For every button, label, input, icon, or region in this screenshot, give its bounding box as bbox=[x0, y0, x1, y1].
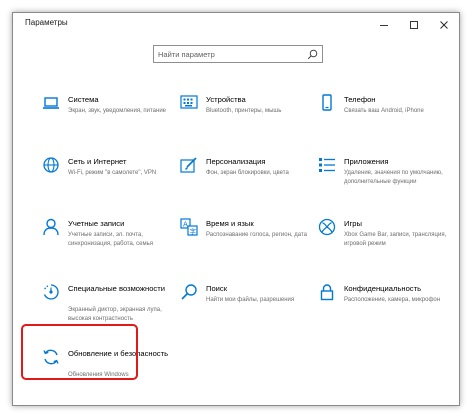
tile-title: Учетные записи bbox=[68, 219, 125, 228]
svg-text:字: 字 bbox=[190, 226, 197, 235]
maximize-button[interactable] bbox=[399, 13, 429, 37]
search-icon[interactable] bbox=[307, 49, 318, 60]
lock-icon bbox=[320, 284, 334, 301]
tile-description: Экранный диктор, экранная лупа, высокая … bbox=[68, 307, 162, 322]
highlight-frame bbox=[21, 324, 138, 380]
tile-phone[interactable]: Телефон Связать ваш Android, iPhone bbox=[318, 94, 448, 150]
tile-apps[interactable]: Приложения Удаление, значения по умолчан… bbox=[318, 156, 448, 212]
tile-personalization[interactable]: Персонализация Фон, экран блокировки, цв… bbox=[180, 156, 310, 212]
tile-description: Учетные записи, эл. почта, синхронизация… bbox=[68, 232, 153, 247]
user-icon bbox=[43, 218, 59, 236]
tile-description: Экран, звук, уведомления, питание bbox=[68, 108, 167, 114]
globe-icon bbox=[43, 157, 59, 173]
phone-icon bbox=[322, 94, 332, 111]
tile-network[interactable]: Сеть и Интернет Wi-Fi, режим "в самолете… bbox=[42, 156, 172, 212]
tile-title: Игры bbox=[344, 219, 362, 228]
tile-accounts[interactable]: Учетные записи Учетные записи, эл. почта… bbox=[42, 218, 172, 274]
time-language-icon: A 字 bbox=[180, 218, 198, 236]
tile-time-language[interactable]: A 字 Время и язык Распознавание голоса, р… bbox=[180, 218, 310, 274]
tile-description: Найти мои файлы, разрешения bbox=[206, 297, 295, 303]
search-box[interactable] bbox=[153, 45, 323, 63]
tile-description: Связать ваш Android, iPhone bbox=[344, 108, 424, 114]
xbox-icon bbox=[318, 218, 336, 236]
close-icon bbox=[440, 21, 448, 29]
paint-brush-icon bbox=[180, 157, 197, 173]
maximize-icon bbox=[410, 21, 418, 29]
tile-privacy[interactable]: Конфиденциальность Расположение, камера,… bbox=[318, 283, 448, 339]
tile-description: Удаление, значения по умолчанию, дополни… bbox=[344, 170, 443, 185]
tile-description: Распознавание голоса, регион, дата bbox=[206, 232, 307, 238]
tile-title: Телефон bbox=[344, 95, 376, 104]
tile-system[interactable]: Система Экран, звук, уведомления, питани… bbox=[42, 94, 172, 150]
tile-title: Устройства bbox=[206, 95, 246, 104]
svg-text:A: A bbox=[183, 221, 188, 229]
tile-title: Специальные возможности bbox=[68, 284, 165, 293]
tile-description: Xbox Game Bar, записи, трансляция, игров… bbox=[344, 232, 447, 247]
tile-title: Время и язык bbox=[206, 219, 254, 228]
tile-title: Система bbox=[68, 95, 99, 104]
tile-description: Расположение, камера, микрофон bbox=[344, 297, 441, 303]
tile-title: Конфиденциальность bbox=[344, 284, 422, 293]
tile-devices[interactable]: Устройства Bluetooth, принтеры, мышь bbox=[180, 94, 310, 150]
laptop-icon bbox=[43, 97, 59, 109]
minimize-button[interactable] bbox=[369, 13, 399, 37]
tile-description: Bluetooth, принтеры, мышь bbox=[206, 108, 282, 114]
close-button[interactable] bbox=[429, 13, 459, 37]
window-title: Параметры bbox=[25, 18, 68, 27]
tile-title: Персонализация bbox=[206, 157, 266, 166]
tile-title: Сеть и Интернет bbox=[68, 157, 127, 166]
keyboard-icon bbox=[180, 95, 198, 109]
search-icon bbox=[181, 284, 197, 300]
ease-of-access-icon bbox=[43, 284, 59, 300]
tile-gaming[interactable]: Игры Xbox Game Bar, записи, трансляция, … bbox=[318, 218, 448, 274]
tile-description: Фон, экран блокировки, цвета bbox=[206, 170, 289, 176]
tile-description: Wi-Fi, режим "в самолете", VPN bbox=[68, 170, 157, 176]
tile-title: Поиск bbox=[206, 284, 228, 293]
title-bar: Параметры bbox=[13, 13, 459, 37]
tile-title: Приложения bbox=[344, 157, 389, 166]
minimize-icon bbox=[380, 25, 388, 26]
search-input[interactable] bbox=[158, 48, 303, 60]
tile-search[interactable]: Поиск Найти мои файлы, разрешения bbox=[180, 283, 310, 339]
apps-icon bbox=[319, 158, 335, 172]
